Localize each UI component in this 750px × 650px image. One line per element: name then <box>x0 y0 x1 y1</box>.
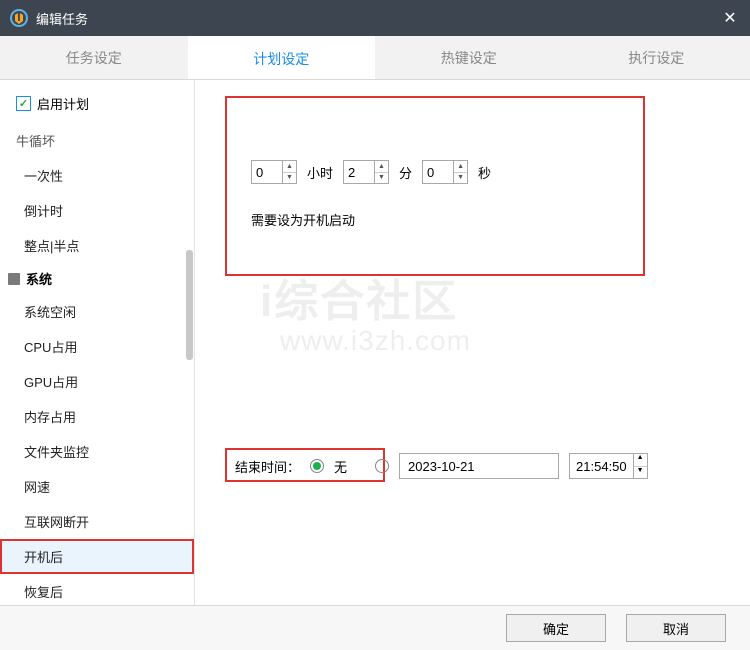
minutes-stepper[interactable]: ▲▼ <box>343 160 389 184</box>
sidebar-item-folder[interactable]: 文件夹监控 <box>0 434 194 469</box>
watermark-url: www.i3zh.com <box>280 325 471 357</box>
sidebar-item-gpu[interactable]: GPU占用 <box>0 364 194 399</box>
end-none-label: 无 <box>334 457 347 476</box>
sidebar-scrollbar[interactable] <box>186 250 193 360</box>
tab-exec[interactable]: 执行设定 <box>563 36 750 79</box>
hours-unit: 小时 <box>303 163 337 182</box>
seconds-unit: 秒 <box>474 163 495 182</box>
app-logo-icon: T <box>10 9 28 27</box>
close-icon[interactable]: ✕ <box>720 8 740 28</box>
enable-plan-row[interactable]: ✓ 启用计划 <box>0 94 194 123</box>
time-down-icon[interactable]: ▼ <box>634 467 647 479</box>
sidebar-item-idle[interactable]: 系统空闲 <box>0 294 194 329</box>
end-time-stepper[interactable]: 21:54:50 ▲ ▼ <box>569 453 648 479</box>
sidebar-item-mem[interactable]: 内存占用 <box>0 399 194 434</box>
highlight-box-timer <box>225 96 645 276</box>
end-time-label: 结束时间： <box>235 457 300 476</box>
end-time-value[interactable]: 21:54:50 <box>570 459 633 474</box>
minutes-down-icon[interactable]: ▼ <box>375 173 388 184</box>
boot-note: 需要设为开机启动 <box>251 210 355 229</box>
time-up-icon[interactable]: ▲ <box>634 454 647 467</box>
hours-stepper[interactable]: ▲▼ <box>251 160 297 184</box>
sidebar-item-boot[interactable]: 开机后 <box>0 539 194 574</box>
sidebar-item-countdown[interactable]: 倒计时 <box>0 193 194 228</box>
sidebar-item-resume[interactable]: 恢复后 <box>0 574 194 605</box>
sidebar-item-net[interactable]: 网速 <box>0 469 194 504</box>
hours-down-icon[interactable]: ▼ <box>283 173 296 184</box>
sidebar-item-loop-partial[interactable]: 牛循坏 <box>0 123 194 158</box>
end-none-radio[interactable] <box>310 459 324 473</box>
end-date-input[interactable] <box>399 453 559 479</box>
tab-task[interactable]: 任务设定 <box>0 36 188 79</box>
tab-hotkey[interactable]: 热键设定 <box>375 36 563 79</box>
hours-input[interactable] <box>252 161 282 183</box>
title-bar: T 编辑任务 ✕ <box>0 0 750 36</box>
end-date-radio[interactable] <box>375 459 389 473</box>
cancel-button[interactable]: 取消 <box>626 614 726 642</box>
hours-up-icon[interactable]: ▲ <box>283 161 296 173</box>
enable-plan-label: 启用计划 <box>37 94 89 113</box>
tab-plan[interactable]: 计划设定 <box>188 36 376 79</box>
sidebar-item-offline[interactable]: 互联网断开 <box>0 504 194 539</box>
dialog-footer: 确定 取消 <box>0 605 750 650</box>
svg-text:T: T <box>15 9 23 24</box>
sidebar-item-hourhalf[interactable]: 整点|半点 <box>0 228 194 263</box>
enable-plan-checkbox[interactable]: ✓ <box>16 96 31 111</box>
content-pane: i综合社区 www.i3zh.com ▲▼ 小时 ▲▼ 分 ▲▼ 秒 需要设为开… <box>195 80 750 605</box>
seconds-stepper[interactable]: ▲▼ <box>422 160 468 184</box>
seconds-input[interactable] <box>423 161 453 183</box>
end-time-row: 结束时间： 无 21:54:50 ▲ ▼ <box>235 453 648 479</box>
window-title: 编辑任务 <box>36 9 720 28</box>
collapse-icon <box>8 273 20 285</box>
seconds-up-icon[interactable]: ▲ <box>454 161 467 173</box>
ok-button[interactable]: 确定 <box>506 614 606 642</box>
seconds-down-icon[interactable]: ▼ <box>454 173 467 184</box>
delay-timer-row: ▲▼ 小时 ▲▼ 分 ▲▼ 秒 <box>251 160 495 184</box>
sidebar: ✓ 启用计划 牛循坏 一次性 倒计时 整点|半点 系统 系统空闲 CPU占用 G… <box>0 80 195 605</box>
sidebar-category-system[interactable]: 系统 <box>0 263 194 294</box>
sidebar-item-cpu[interactable]: CPU占用 <box>0 329 194 364</box>
minutes-unit: 分 <box>395 163 416 182</box>
tab-bar: 任务设定 计划设定 热键设定 执行设定 <box>0 36 750 80</box>
minutes-up-icon[interactable]: ▲ <box>375 161 388 173</box>
minutes-input[interactable] <box>344 161 374 183</box>
sidebar-item-once[interactable]: 一次性 <box>0 158 194 193</box>
